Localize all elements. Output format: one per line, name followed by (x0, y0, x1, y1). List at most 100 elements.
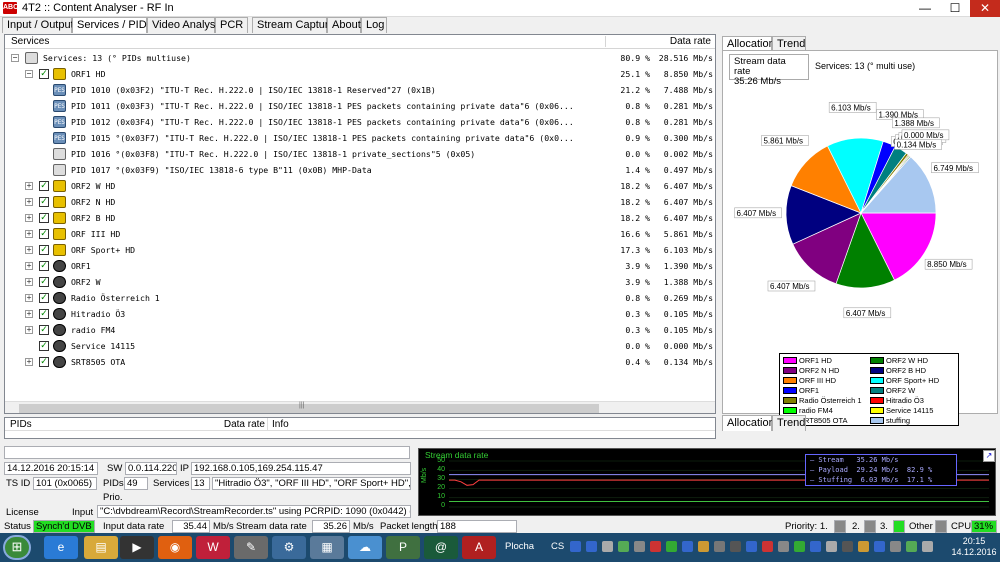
tab-trend-bottom[interactable]: Trend (772, 415, 806, 431)
start-button[interactable]: ⊞ (3, 535, 31, 560)
tab-services-pids[interactable]: Services / PIDs (72, 17, 152, 33)
paint-icon[interactable]: ✎ (234, 536, 268, 559)
maximize-button[interactable]: ☐ (940, 0, 970, 17)
service-checkbox[interactable]: ✓ (39, 341, 49, 351)
expand-icon[interactable]: + (25, 182, 33, 190)
service-checkbox[interactable]: ✓ (39, 213, 49, 223)
graph-expand-icon[interactable]: ↗ (983, 450, 995, 462)
pid-row[interactable]: PID 1017 °(0x03F9) "ISO/IEC 13818-6 type… (5, 162, 715, 178)
tray-icon[interactable] (570, 541, 581, 552)
collapse-icon[interactable]: − (11, 54, 19, 62)
app-w-icon[interactable]: W (196, 536, 230, 559)
app-abc-icon[interactable]: A (462, 536, 496, 559)
tray-icon[interactable] (778, 541, 789, 552)
expand-icon[interactable]: + (25, 214, 33, 222)
tab-trend[interactable]: Trend (772, 36, 806, 51)
expand-icon[interactable]: + (25, 294, 33, 302)
service-checkbox[interactable]: ✓ (39, 309, 49, 319)
pid-row[interactable]: PES PID 1015 °(0x03F7) "ITU-T Rec. H.222.… (5, 130, 715, 146)
collapse-icon[interactable]: − (25, 70, 33, 78)
column-header-services[interactable]: Services (11, 36, 49, 47)
explorer-icon[interactable]: ▤ (84, 536, 118, 559)
expand-icon[interactable]: + (25, 278, 33, 286)
tab-video-analysis[interactable]: Video Analysis (147, 17, 223, 33)
pid-row[interactable]: PID 1016 °(0x03F8) "ITU-T Rec. H.222.0 |… (5, 146, 715, 162)
service-row[interactable]: + ✓ ORF III HD 16.6 % 5.861 Mb/s (5, 226, 715, 242)
column-header-info[interactable]: Info (267, 418, 289, 431)
horizontal-scrollbar[interactable]: ||| (5, 401, 715, 413)
column-header-pids[interactable]: PIDs (10, 419, 32, 430)
pid-row[interactable]: PES PID 1010 (0x03F2) "ITU-T Rec. H.222.0… (5, 82, 715, 98)
media-player-icon[interactable]: ▶ (120, 536, 154, 559)
service-row[interactable]: + ✓ radio FM4 0.3 % 0.105 Mb/s (5, 322, 715, 338)
service-checkbox[interactable]: ✓ (39, 69, 49, 79)
expand-icon[interactable]: + (25, 326, 33, 334)
tray-icon[interactable] (746, 541, 757, 552)
tray-icon[interactable] (826, 541, 837, 552)
services-root-row[interactable]: − Services: 13 (° PIDs multiuse) 80.9 % 28.… (5, 50, 715, 66)
service-row[interactable]: + ✓ ORF1 3.9 % 1.390 Mb/s (5, 258, 715, 274)
tray-icon[interactable] (810, 541, 821, 552)
service-checkbox[interactable]: ✓ (39, 261, 49, 271)
app-pr-icon[interactable]: P (386, 536, 420, 559)
tab-allocation[interactable]: Allocation (722, 36, 775, 51)
tab-pcr[interactable]: PCR (215, 17, 248, 33)
service-row[interactable]: + ✓ Hitradio Ö3 0.3 % 0.105 Mb/s (5, 306, 715, 322)
language-indicator[interactable]: CS (551, 541, 564, 552)
tray-icon[interactable] (650, 541, 661, 552)
column-header-pid-rate[interactable]: Data rate (210, 419, 265, 430)
service-row[interactable]: + ✓ ORF2 W HD 18.2 % 6.407 Mb/s (5, 178, 715, 194)
tray-icon[interactable] (842, 541, 853, 552)
service-row[interactable]: + ✓ ORF2 B HD 18.2 % 6.407 Mb/s (5, 210, 715, 226)
tray-icon[interactable] (874, 541, 885, 552)
volume-icon[interactable] (922, 541, 933, 552)
expand-icon[interactable]: + (25, 198, 33, 206)
firefox-icon[interactable]: ◉ (158, 536, 192, 559)
pid-row[interactable]: PES PID 1011 (0x03F3) "ITU-T Rec. H.222.0… (5, 98, 715, 114)
expand-icon[interactable]: + (25, 262, 33, 270)
minimize-button[interactable]: — (910, 0, 940, 17)
tray-icon[interactable] (730, 541, 741, 552)
service-checkbox[interactable]: ✓ (39, 357, 49, 367)
tray-icon[interactable] (714, 541, 725, 552)
taskbar-clock[interactable]: 20:15 14.12.2016 (950, 536, 998, 558)
tray-icon[interactable] (618, 541, 629, 552)
tab-input-output[interactable]: Input / Output (2, 17, 74, 33)
service-row[interactable]: + ✓ SRT8505 OTA 0.4 % 0.134 Mb/s (5, 354, 715, 370)
close-button[interactable]: ✕ (970, 0, 1000, 17)
service-row[interactable]: − ✓ ORF1 HD 25.1 % 8.850 Mb/s (5, 66, 715, 82)
service-checkbox[interactable]: ✓ (39, 277, 49, 287)
tray-icon[interactable] (794, 541, 805, 552)
tray-icon[interactable] (602, 541, 613, 552)
service-row[interactable]: ✓ Service 14115 0.0 % 0.000 Mb/s (5, 338, 715, 354)
tray-icon[interactable] (634, 541, 645, 552)
tab-allocation-bottom[interactable]: Allocation (722, 415, 775, 431)
tray-icon[interactable] (906, 541, 917, 552)
ie-icon[interactable]: e (44, 536, 78, 559)
expand-icon[interactable]: + (25, 358, 33, 366)
scrollbar-thumb[interactable]: ||| (19, 402, 599, 413)
expand-icon[interactable]: + (25, 230, 33, 238)
pid-row[interactable]: PES PID 1012 (0x03F4) "ITU-T Rec. H.222.0… (5, 114, 715, 130)
tab-stream-capture[interactable]: Stream Capture (252, 17, 335, 33)
tools-icon[interactable]: ⚙ (272, 536, 306, 559)
cloud-icon[interactable]: ☁ (348, 536, 382, 559)
tray-icon[interactable] (698, 541, 709, 552)
service-checkbox[interactable]: ✓ (39, 229, 49, 239)
service-row[interactable]: + ✓ Radio Österreich 1 0.8 % 0.269 Mb/s (5, 290, 715, 306)
tray-icon[interactable] (682, 541, 693, 552)
service-checkbox[interactable]: ✓ (39, 245, 49, 255)
service-checkbox[interactable]: ✓ (39, 181, 49, 191)
tray-icon[interactable] (586, 541, 597, 552)
calculator-icon[interactable]: ▦ (310, 536, 344, 559)
service-checkbox[interactable]: ✓ (39, 293, 49, 303)
service-row[interactable]: + ✓ ORF2 N HD 18.2 % 6.407 Mb/s (5, 194, 715, 210)
app-spiral-icon[interactable]: @ (424, 536, 458, 559)
tab-log[interactable]: Log (361, 17, 387, 33)
tray-icon[interactable] (666, 541, 677, 552)
service-checkbox[interactable]: ✓ (39, 197, 49, 207)
tray-icon[interactable] (890, 541, 901, 552)
expand-icon[interactable]: + (25, 310, 33, 318)
tray-icon[interactable] (762, 541, 773, 552)
tray-icon[interactable] (858, 541, 869, 552)
